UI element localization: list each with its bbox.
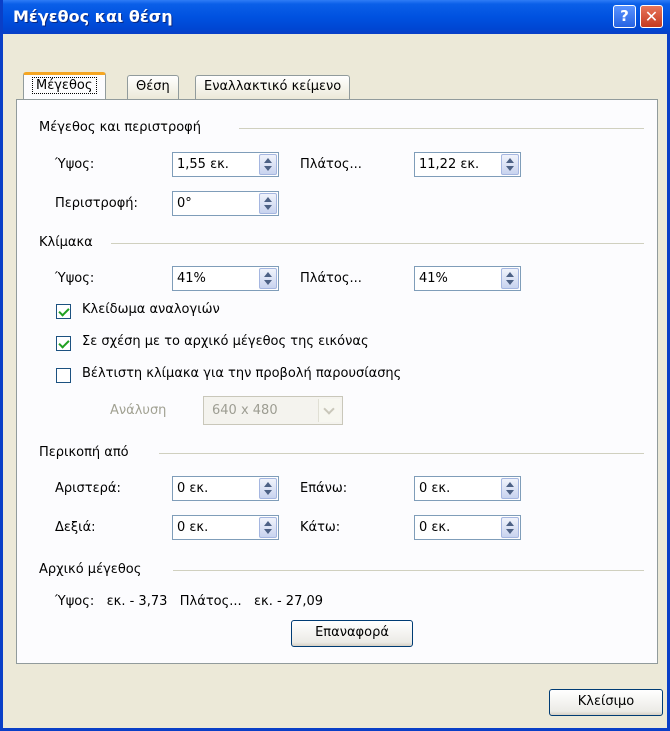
- size-height-value: 1,55 εκ.: [177, 157, 229, 172]
- scale-height-label: Ύψος:: [55, 271, 95, 286]
- close-button[interactable]: Κλείσιμο: [549, 689, 663, 716]
- crop-bottom-field[interactable]: 0 εκ.: [414, 515, 521, 540]
- size-height-field[interactable]: 1,55 εκ.: [172, 152, 279, 177]
- title-bar[interactable]: Μέγεθος και θέση ? ✕: [3, 0, 670, 34]
- scale-width-field[interactable]: 41%: [414, 266, 521, 291]
- divider: [239, 128, 644, 129]
- best-scale-label[interactable]: Βέλτιστη κλίμακα για την προβολή παρουσί…: [82, 366, 401, 381]
- close-icon[interactable]: ✕: [640, 5, 663, 28]
- crop-right-field[interactable]: 0 εκ.: [172, 515, 279, 540]
- divider: [159, 453, 644, 454]
- resolution-value: 640 x 480: [212, 403, 278, 418]
- scale-height-field[interactable]: 41%: [172, 266, 279, 291]
- size-width-label: Πλάτος...: [300, 157, 362, 172]
- size-rotation-heading: Μέγεθος και περιστροφή: [39, 120, 201, 135]
- scale-width-value: 41%: [419, 271, 448, 286]
- relative-size-label[interactable]: Σε σχέση με το αρχικό μέγεθος της εικόνα…: [82, 334, 369, 349]
- crop-left-field[interactable]: 0 εκ.: [172, 476, 279, 501]
- size-width-field[interactable]: 11,22 εκ.: [414, 152, 521, 177]
- divider: [111, 243, 644, 244]
- crop-left-value: 0 εκ.: [177, 481, 209, 496]
- spinner-icon[interactable]: [259, 154, 277, 175]
- size-height-label: Ύψος:: [55, 157, 95, 172]
- original-size-heading: Αρχικό μέγεθος: [39, 562, 142, 577]
- resolution-select: 640 x 480: [203, 396, 343, 425]
- tab-position[interactable]: Θέση: [127, 75, 179, 99]
- spinner-icon[interactable]: [501, 478, 519, 499]
- spinner-icon[interactable]: [259, 517, 277, 538]
- crop-top-label: Επάνω:: [300, 481, 348, 496]
- rotation-field[interactable]: 0°: [172, 191, 279, 216]
- tab-alt-text[interactable]: Εναλλακτικό κείμενο: [195, 75, 351, 99]
- crop-top-field[interactable]: 0 εκ.: [414, 476, 521, 501]
- tab-size-label: Μέγεθος: [32, 77, 97, 94]
- crop-bottom-label: Κάτω:: [300, 520, 341, 535]
- resolution-label: Ανάλυση: [110, 403, 167, 418]
- spinner-icon[interactable]: [259, 193, 277, 214]
- reset-button[interactable]: Επαναφορά: [291, 620, 413, 647]
- lock-aspect-checkbox[interactable]: [56, 304, 71, 319]
- crop-top-value: 0 εκ.: [419, 481, 451, 496]
- size-tab-panel: [16, 99, 658, 664]
- spinner-icon[interactable]: [501, 268, 519, 289]
- size-width-value: 11,22 εκ.: [419, 157, 480, 172]
- scale-heading: Κλίμακα: [39, 235, 93, 250]
- scale-height-value: 41%: [177, 271, 206, 286]
- rotation-label: Περιστροφή:: [55, 196, 138, 211]
- relative-size-checkbox[interactable]: [56, 336, 71, 351]
- window-title: Μέγεθος και θέση: [13, 7, 173, 26]
- tab-size[interactable]: Μέγεθος: [23, 72, 106, 99]
- divider: [173, 570, 644, 571]
- crop-heading: Περικοπή από: [39, 445, 129, 460]
- crop-right-value: 0 εκ.: [177, 520, 209, 535]
- size-and-position-dialog: Μέγεθος και θέση ? ✕ Μέγεθος Θέση Εναλλα…: [0, 0, 670, 731]
- scale-width-label: Πλάτος...: [300, 271, 362, 286]
- lock-aspect-label[interactable]: Κλείδωμα αναλογιών: [82, 302, 220, 317]
- spinner-icon[interactable]: [501, 154, 519, 175]
- rotation-value: 0°: [177, 196, 192, 211]
- chevron-down-icon: [318, 399, 340, 422]
- crop-bottom-value: 0 εκ.: [419, 520, 451, 535]
- spinner-icon[interactable]: [259, 478, 277, 499]
- spinner-icon[interactable]: [259, 268, 277, 289]
- crop-left-label: Αριστερά:: [55, 481, 121, 496]
- best-scale-checkbox[interactable]: [56, 368, 71, 383]
- crop-right-label: Δεξιά:: [55, 520, 96, 535]
- original-size-summary: Ύψος: εκ. - 3,73 Πλάτος... εκ. - 27,09: [55, 594, 324, 609]
- spinner-icon[interactable]: [501, 517, 519, 538]
- help-button[interactable]: ?: [613, 5, 636, 28]
